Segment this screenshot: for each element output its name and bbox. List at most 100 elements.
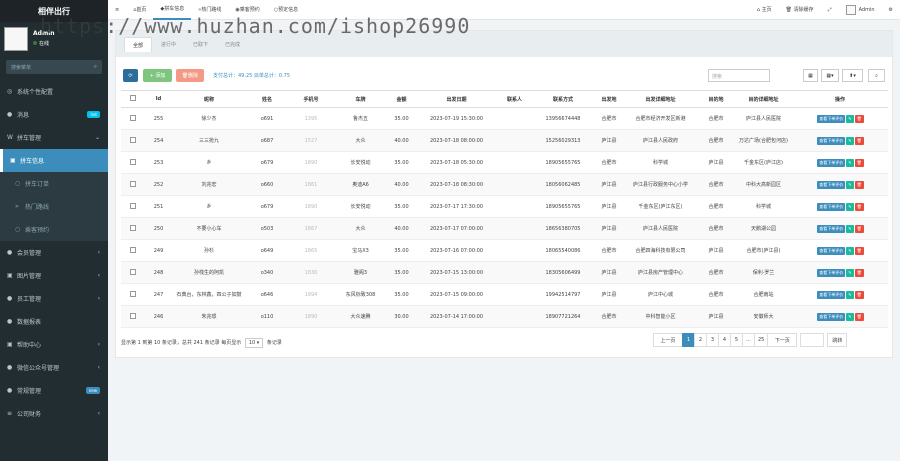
row-checkbox[interactable] <box>130 268 136 275</box>
table-row[interactable]: 253 乡 o679 1890 长安悦动 35.00 2023-07-18 05:30:00… <box>121 151 888 174</box>
view-toggle-icon[interactable]: ▦ <box>803 69 818 82</box>
sidebar-item[interactable]: ● 常规管理 new <box>0 379 108 402</box>
column-header[interactable] <box>121 90 145 108</box>
delete-icon[interactable]: 🗑 <box>854 268 864 277</box>
top-tab[interactable]: ◆ 拼车信息 <box>153 0 192 20</box>
sidebar-item[interactable]: ● 员工管理 ‹ <box>0 287 108 310</box>
status-tab[interactable]: 已取下 <box>185 37 216 52</box>
row-checkbox[interactable] <box>130 312 136 319</box>
menu-search-input[interactable]: 搜索菜单 ⌕ <box>6 60 102 74</box>
row-checkbox[interactable] <box>130 290 136 297</box>
row-checkbox[interactable] <box>130 136 136 143</box>
top-tab[interactable]: » 热门路线 <box>191 0 228 20</box>
export-dropdown-icon[interactable]: ⬆▾ <box>842 69 863 82</box>
table-search-input[interactable]: 搜索 <box>708 69 770 82</box>
sidebar-item[interactable]: ● 消息 hot <box>0 103 108 126</box>
table-row[interactable]: 251 乡 o679 1890 长安悦动 35.00 2023-07-17 17:30:00… <box>121 195 888 218</box>
table-cell: 孙杉 <box>172 239 246 262</box>
sidebar-item[interactable]: ○ 拼车订单 <box>0 172 108 195</box>
row-checkbox[interactable] <box>130 158 136 165</box>
edit-icon[interactable]: ✎ <box>846 246 854 255</box>
page-jump-input[interactable] <box>800 333 825 347</box>
edit-icon[interactable]: ✎ <box>846 114 854 123</box>
table-row[interactable]: 254 三三抢九 o687 1527 大众 40.00 2023-07-18 08:00:0… <box>121 129 888 152</box>
refresh-button[interactable]: ⟳ <box>123 69 138 82</box>
sidebar-item[interactable]: ▣ 帮助中心 ‹ <box>0 333 108 356</box>
sidebar-item[interactable]: » 热门路线 <box>0 195 108 218</box>
delete-icon[interactable]: 🗑 <box>854 290 864 299</box>
delete-icon[interactable]: 🗑 <box>854 136 864 145</box>
view-order-button[interactable]: 查看下单评价 <box>817 290 846 299</box>
page-button[interactable]: 跳转 <box>827 333 848 347</box>
view-order-button[interactable]: 查看下单评价 <box>817 312 846 321</box>
sidebar-item[interactable]: ▣ 拼车信息 <box>0 149 108 172</box>
top-tab[interactable]: ◉ 乘客预约 <box>228 0 266 20</box>
view-order-button[interactable]: 查看下单评价 <box>817 246 846 255</box>
view-order-button[interactable]: 查看下单评价 <box>817 136 846 145</box>
edit-icon[interactable]: ✎ <box>846 136 854 145</box>
table-row[interactable]: 246 朱兆璟 o110 1890 大众速腾 30.00 2023-07-14 17:00:… <box>121 305 888 328</box>
sidebar-item[interactable]: ● 微信公众号管理 ‹ <box>0 356 108 379</box>
delete-icon[interactable]: 🗑 <box>854 312 864 321</box>
view-order-button[interactable]: 查看下单评价 <box>817 268 846 277</box>
home-link[interactable]: ⌂ 主页 <box>750 0 779 20</box>
delete-icon[interactable]: 🗑 <box>854 180 864 189</box>
page-button[interactable]: 25 <box>754 333 769 347</box>
row-checkbox[interactable] <box>130 114 136 121</box>
delete-button[interactable]: 🗑 删除 <box>176 69 204 82</box>
columns-dropdown-icon[interactable]: ▦▾ <box>821 69 839 82</box>
search-icon[interactable]: ⌕ <box>868 69 885 82</box>
select-all-checkbox[interactable] <box>130 95 136 101</box>
top-tab[interactable]: ⌂ 首页 <box>126 0 153 20</box>
delete-icon[interactable]: 🗑 <box>854 202 864 211</box>
status-tab[interactable]: 已完成 <box>217 37 248 52</box>
sidebar-item[interactable]: ◎ 系统个性配置 <box>0 80 108 103</box>
delete-icon[interactable]: 🗑 <box>854 114 864 123</box>
gear-icon[interactable]: ⚙ <box>882 0 900 20</box>
view-order-button[interactable]: 查看下单评价 <box>817 180 846 189</box>
edit-icon[interactable]: ✎ <box>846 224 854 233</box>
page-button[interactable]: 上一页 <box>653 333 683 347</box>
clear-cache-link[interactable]: 🗑 清除缓存 <box>779 0 821 20</box>
search-icon[interactable]: ⌕ <box>94 63 97 71</box>
fullscreen-icon[interactable]: ⤢ <box>821 0 839 20</box>
page-size-select[interactable]: 10 ▾ <box>244 338 264 348</box>
user-menu[interactable]: Admin <box>839 0 882 20</box>
top-tab[interactable]: ○ 预定信息 <box>267 0 305 20</box>
sidebar-item[interactable]: ≡ 公司财务 ‹ <box>0 402 108 425</box>
sidebar-item[interactable]: ○ 乘客预约 <box>0 218 108 241</box>
delete-icon[interactable]: 🗑 <box>854 158 864 167</box>
row-checkbox[interactable] <box>130 224 136 231</box>
table-row[interactable]: 248 孙栈生的阿凯 o340 1830 雅阁3 35.00 2023-07-15 13:0… <box>121 261 888 284</box>
table-row[interactable]: 249 孙杉 o649 1865 宝马X3 35.00 2023-07-16 07:00:0… <box>121 239 888 262</box>
view-order-button[interactable]: 查看下单评价 <box>817 114 846 123</box>
table-row[interactable]: 252 刘兆宏 o660 1861 奥迪A6 40.00 2023-07-18 08:30:… <box>121 173 888 196</box>
view-order-button[interactable]: 查看下单评价 <box>817 224 846 233</box>
column-header: 昵称 <box>172 90 246 108</box>
delete-icon[interactable]: 🗑 <box>854 246 864 255</box>
sidebar-item[interactable]: ▣ 图片管理 ‹ <box>0 264 108 287</box>
delete-icon[interactable]: 🗑 <box>854 224 864 233</box>
sidebar-item[interactable]: W 拼车管理 ⌄ <box>0 126 108 149</box>
view-order-button[interactable]: 查看下单评价 <box>817 202 846 211</box>
edit-icon[interactable]: ✎ <box>846 202 854 211</box>
edit-icon[interactable]: ✎ <box>846 290 854 299</box>
page-button[interactable]: 下一页 <box>767 333 798 347</box>
table-row[interactable]: 250 不要小心车 o503 1867 大众 40.00 2023-07-17 07:00:… <box>121 217 888 240</box>
status-tab[interactable]: 全部 <box>124 37 153 52</box>
status-tab[interactable]: 进行中 <box>153 37 184 52</box>
view-order-button[interactable]: 查看下单评价 <box>817 158 846 167</box>
edit-icon[interactable]: ✎ <box>846 158 854 167</box>
add-button[interactable]: + 添加 <box>143 69 172 82</box>
edit-icon[interactable]: ✎ <box>846 180 854 189</box>
edit-icon[interactable]: ✎ <box>846 312 854 321</box>
table-row[interactable]: 255 徐少杰 o691 1395 鲁杰五 35.00 2023-07-19 15:30:0… <box>121 107 888 130</box>
table-row[interactable]: 247 石典台，东林鑫，四公子如鼓 o646 1994 东风标致308 35.00 2023… <box>121 283 888 306</box>
row-checkbox[interactable] <box>130 180 136 187</box>
menu-toggle-icon[interactable]: ≡ <box>108 0 126 20</box>
sidebar-item[interactable]: ● 会员管理 ‹ <box>0 241 108 264</box>
row-checkbox[interactable] <box>130 202 136 209</box>
sidebar-item[interactable]: ● 数据报表 <box>0 310 108 333</box>
row-checkbox[interactable] <box>130 246 136 253</box>
edit-icon[interactable]: ✎ <box>846 268 854 277</box>
